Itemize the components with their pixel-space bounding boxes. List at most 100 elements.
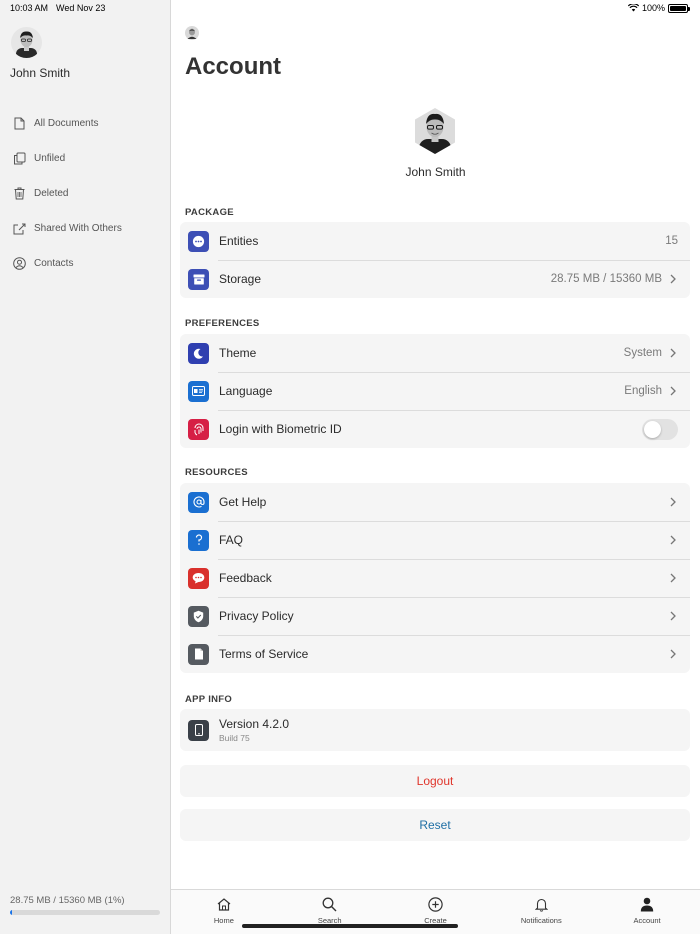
row-label: FAQ (219, 533, 244, 547)
package-group: Entities 15 Storage 28.75 MB / 15360 MB (180, 222, 690, 298)
tab-notifications[interactable]: Notifications (488, 890, 594, 934)
account-main: Account John Smith PACKAGE Entities 15 S… (171, 0, 700, 889)
logout-button[interactable]: Logout (180, 765, 690, 797)
row-label: Entities (219, 234, 259, 248)
row-label: Get Help (219, 495, 267, 509)
sidebar: John Smith All Documents Unfiled Deleted… (0, 0, 171, 934)
row-label: Privacy Policy (219, 609, 294, 623)
language-value: English (624, 385, 662, 397)
document-icon (188, 643, 209, 665)
status-time: 10:03 AM (10, 3, 49, 13)
moon-icon (188, 342, 209, 364)
reset-button[interactable]: Reset (180, 809, 690, 841)
sidebar-item-label: Shared With Others (34, 223, 122, 234)
battery-percent: 100% (641, 3, 665, 13)
language-icon (188, 380, 209, 402)
status-date: Wed Nov 23 (56, 3, 106, 13)
toggle-knob (644, 420, 661, 438)
row-label: Login with Biometric ID (219, 422, 342, 436)
build-text: Build 75 (219, 733, 250, 743)
chevron-right-icon (670, 611, 678, 621)
home-icon (217, 896, 231, 912)
version-row: Version 4.2.0 Build 75 (180, 709, 690, 751)
storage-progress-bar (10, 910, 160, 915)
faq-row[interactable]: FAQ (180, 521, 690, 559)
home-indicator (242, 924, 458, 928)
wifi-icon (627, 4, 639, 12)
more-dots-icon (188, 230, 209, 252)
sidebar-item-label: Deleted (34, 188, 69, 199)
document-icon (12, 117, 26, 131)
profile-name: John Smith (405, 165, 466, 179)
chevron-right-icon (670, 386, 678, 396)
plus-circle-icon (428, 896, 443, 912)
privacy-policy-row[interactable]: Privacy Policy (180, 597, 690, 635)
sidebar-item-contacts[interactable]: Contacts (0, 246, 170, 281)
get-help-row[interactable]: Get Help (180, 483, 690, 521)
resources-group: Get Help FAQ Feedback Privacy Policy Ter… (180, 483, 690, 673)
bell-icon (534, 896, 548, 912)
sidebar-item-label: All Documents (34, 118, 99, 129)
storage-progress-fill (10, 910, 12, 915)
sidebar-item-all-documents[interactable]: All Documents (0, 106, 170, 141)
fingerprint-icon (188, 418, 209, 440)
chevron-right-icon (670, 497, 678, 507)
chevron-right-icon (670, 649, 678, 659)
storage-row[interactable]: Storage 28.75 MB / 15360 MB (180, 260, 690, 298)
terms-of-service-row[interactable]: Terms of Service (180, 635, 690, 673)
phone-icon (188, 719, 209, 741)
section-label-preferences: PREFERENCES (185, 318, 260, 329)
section-label-resources: RESOURCES (185, 467, 248, 478)
search-icon (322, 896, 337, 912)
row-label: Theme (219, 346, 257, 360)
tab-account[interactable]: Account (594, 890, 700, 934)
app-info-group: Version 4.2.0 Build 75 (180, 709, 690, 751)
sidebar-item-shared[interactable]: Shared With Others (0, 211, 170, 246)
avatar[interactable] (11, 27, 42, 58)
chevron-right-icon (670, 573, 678, 583)
preferences-group: Theme System Language English Login with… (180, 334, 690, 448)
page-title: Account (185, 53, 281, 80)
archive-icon (188, 268, 209, 290)
battery-icon (668, 3, 690, 13)
profile-avatar[interactable] (412, 108, 458, 154)
feedback-row[interactable]: Feedback (180, 559, 690, 597)
sidebar-user-name: John Smith (10, 66, 71, 80)
row-label: Storage (219, 272, 262, 286)
theme-row[interactable]: Theme System (180, 334, 690, 372)
storage-value: 28.75 MB / 15360 MB (550, 273, 662, 285)
status-bar: 10:03 AM Wed Nov 23 100% (0, 0, 700, 18)
sidebar-item-label: Unfiled (34, 153, 66, 164)
sidebar-item-deleted[interactable]: Deleted (0, 176, 170, 211)
chevron-right-icon (670, 274, 678, 284)
chat-bubble-icon (188, 567, 209, 589)
section-label-package: PACKAGE (185, 207, 234, 218)
language-row[interactable]: Language English (180, 372, 690, 410)
biometric-toggle[interactable] (642, 418, 678, 440)
entities-row[interactable]: Entities 15 (180, 222, 690, 260)
person-icon (640, 896, 654, 912)
question-icon (188, 529, 209, 551)
contact-icon (12, 257, 26, 271)
section-label-app-info: APP INFO (185, 694, 233, 705)
row-label: Feedback (219, 571, 272, 585)
tab-label: Home (213, 916, 234, 925)
row-label: Terms of Service (219, 647, 309, 661)
trash-icon (12, 187, 26, 201)
row-label: Language (219, 384, 273, 398)
sidebar-item-unfiled[interactable]: Unfiled (0, 141, 170, 176)
sidebar-nav: All Documents Unfiled Deleted Shared Wit… (0, 106, 170, 281)
entities-value: 15 (665, 235, 678, 247)
share-icon (12, 222, 26, 236)
shield-icon (188, 605, 209, 627)
status-right: 100% (627, 3, 690, 13)
tab-label: Notifications (520, 916, 562, 925)
sidebar-storage-text: 28.75 MB / 15360 MB (1%) (10, 895, 125, 906)
tab-label: Account (633, 916, 661, 925)
at-icon (188, 491, 209, 513)
chevron-right-icon (670, 348, 678, 358)
copy-icon (12, 152, 26, 166)
header-avatar-icon[interactable] (185, 26, 199, 40)
sidebar-item-label: Contacts (34, 258, 74, 269)
biometric-row: Login with Biometric ID (180, 410, 690, 448)
